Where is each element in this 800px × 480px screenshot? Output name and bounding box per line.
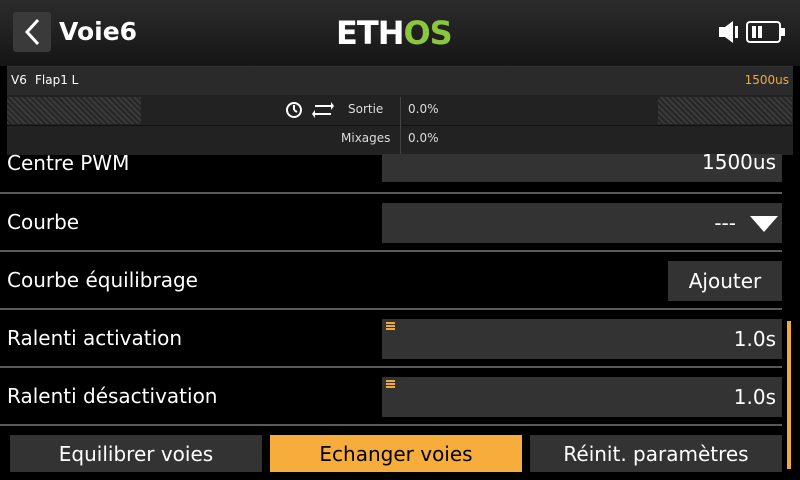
top-bar: Voie6 ETHOS (0, 0, 800, 66)
output-label: Sortie (348, 102, 384, 116)
edit-marker-icon (386, 322, 395, 330)
row-divider (0, 424, 782, 426)
pwm-center-field[interactable]: 1500us (382, 154, 782, 182)
curve-select[interactable]: --- (382, 203, 782, 243)
speaker-icon (719, 21, 738, 43)
curve-value: --- (714, 211, 736, 235)
output-bar-left (7, 97, 141, 124)
scrollbar[interactable] (787, 321, 791, 469)
mixes-label: Mixages (341, 131, 391, 145)
add-balance-curve-button[interactable]: Ajouter (668, 261, 782, 301)
monitor-column-divider (400, 97, 401, 155)
channel-value: 1500us (744, 73, 789, 87)
timer-icon (286, 102, 302, 118)
channel-name: Flap1 L (35, 73, 79, 87)
battery-icon (746, 21, 785, 43)
dropdown-triangle-icon (750, 216, 778, 232)
back-button[interactable] (13, 12, 51, 52)
output-value: 0.0% (408, 102, 439, 116)
slow-down-field[interactable]: 1.0s (382, 377, 782, 417)
pwm-center-label: Centre PWM (7, 154, 130, 175)
swap-channels-button[interactable]: Echanger voies (270, 435, 522, 472)
slow-up-value: 1.0s (733, 327, 776, 351)
row-divider (0, 192, 782, 194)
balance-channels-button[interactable]: Equilibrer voies (10, 435, 262, 472)
pwm-center-value: 1500us (702, 154, 776, 174)
edit-marker-icon (386, 380, 395, 388)
status-icons (718, 20, 786, 44)
curve-label: Courbe (7, 210, 80, 234)
channel-monitor: V6 Flap1 L 1500us Sortie 0.0% Mixages 0.… (7, 66, 793, 155)
chevron-left-icon (24, 18, 40, 46)
slow-up-label: Ralenti activation (7, 326, 183, 350)
output-bar-right (658, 97, 792, 124)
page-title: Voie6 (59, 17, 138, 46)
row-divider (0, 308, 782, 310)
slow-up-field[interactable]: 1.0s (382, 319, 782, 359)
ethos-logo: ETHOS (336, 14, 453, 52)
mixes-value: 0.0% (408, 131, 439, 145)
balance-curve-label: Courbe équilibrage (7, 268, 198, 292)
row-divider (0, 250, 782, 252)
channel-id: V6 (11, 73, 27, 87)
row-divider (0, 366, 782, 368)
slow-down-label: Ralenti désactivation (7, 384, 218, 408)
reset-settings-button[interactable]: Réinit. paramètres (530, 435, 782, 472)
swap-arrows-icon (312, 102, 334, 118)
slow-down-value: 1.0s (733, 385, 776, 409)
channel-info-row: V6 Flap1 L 1500us (7, 67, 793, 95)
